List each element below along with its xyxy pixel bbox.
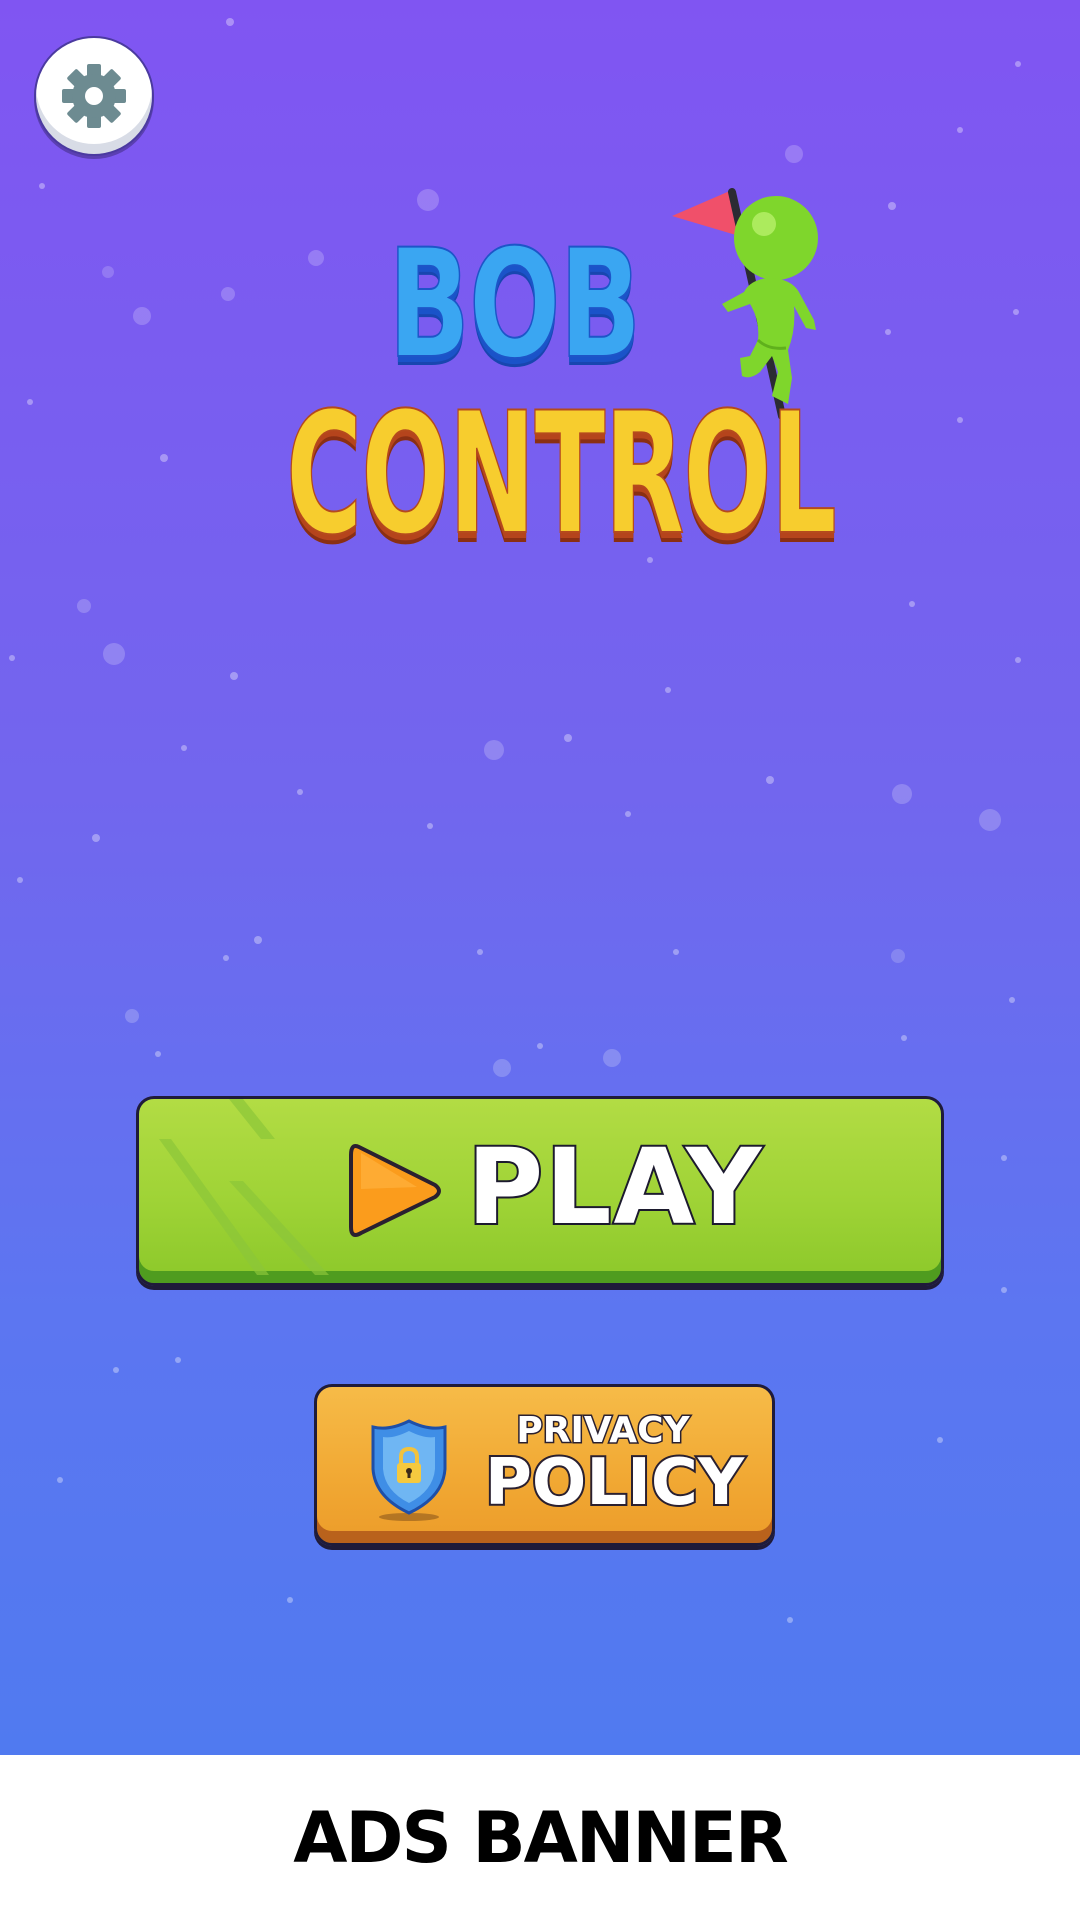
ads-banner[interactable]: ADS BANNER xyxy=(0,1755,1080,1920)
play-label: PLAY xyxy=(465,1126,764,1248)
shield-lock-icon xyxy=(371,1419,447,1521)
play-triangle-icon xyxy=(349,1144,441,1237)
game-logo: BOB CONTROL xyxy=(270,180,840,620)
logo-title-control: CONTROL xyxy=(285,376,837,572)
gear-icon xyxy=(62,64,126,128)
policy-label: POLICY xyxy=(483,1446,746,1520)
play-button[interactable]: PLAY xyxy=(136,1096,944,1286)
privacy-policy-button[interactable]: PRIVACY POLICY xyxy=(314,1384,775,1546)
settings-button[interactable] xyxy=(34,36,154,156)
ads-banner-label: ADS BANNER xyxy=(293,1796,788,1879)
privacy-label: PRIVACY xyxy=(515,1410,691,1451)
main-menu-screen: BOB CONTROL PLAY PRIVACY POLICY xyxy=(0,0,1080,1755)
